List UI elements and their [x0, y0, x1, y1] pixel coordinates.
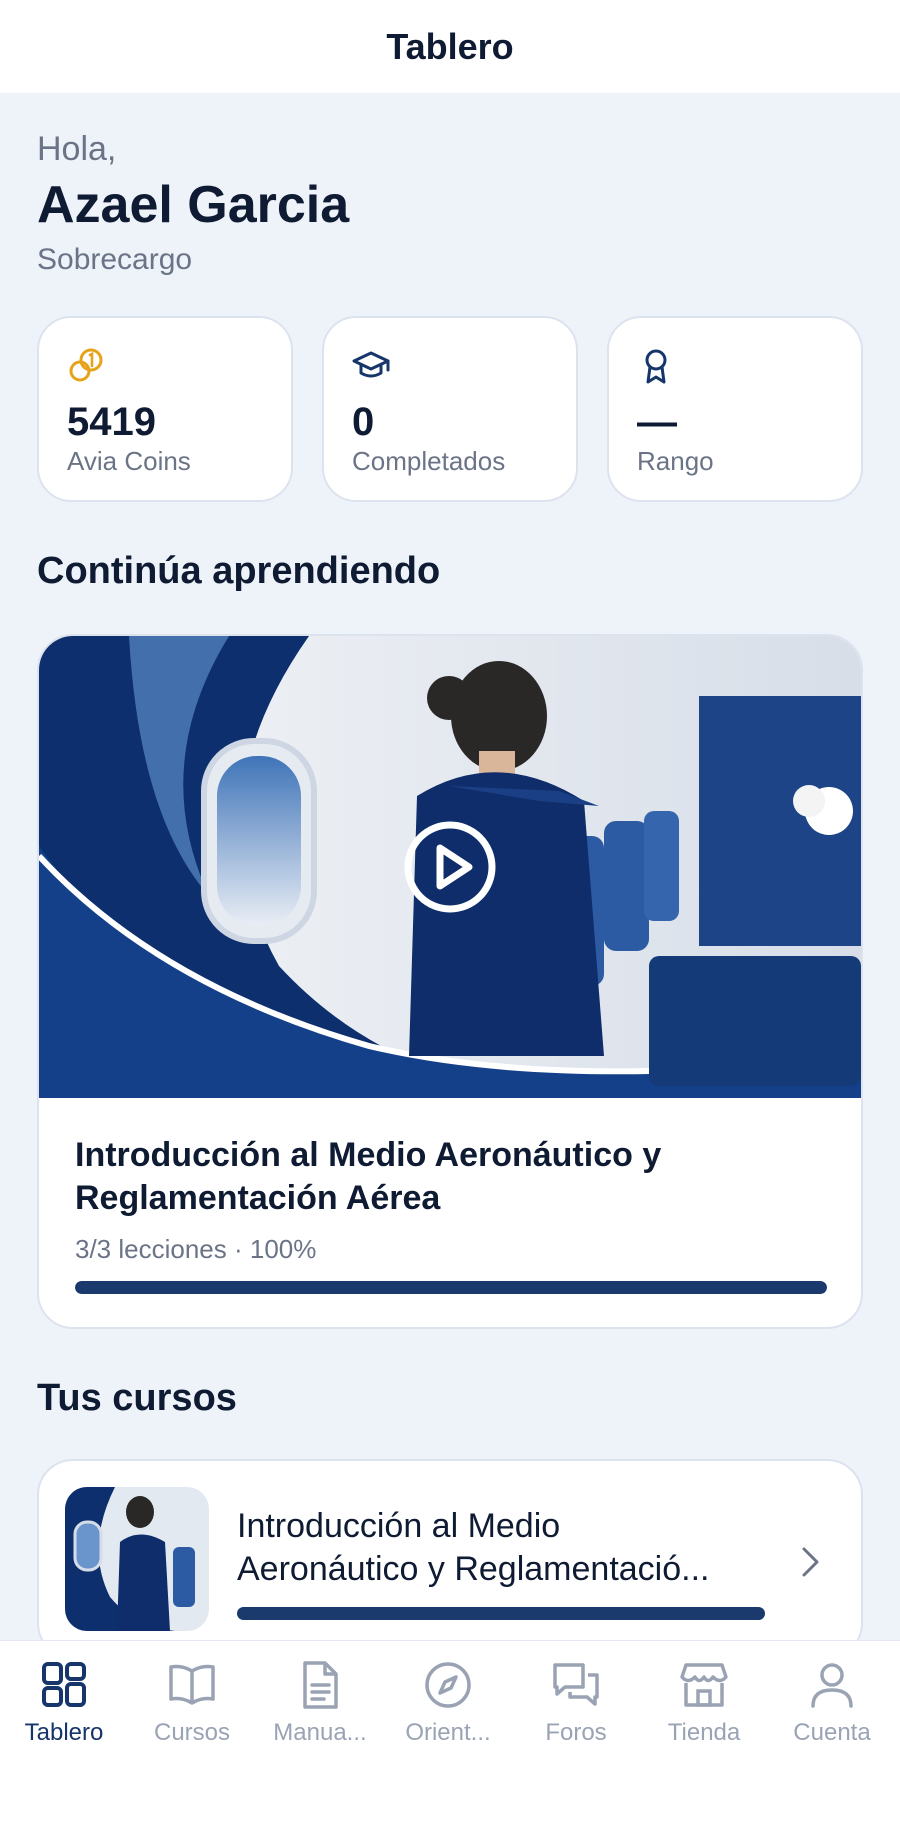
- progress-fill: [75, 1281, 827, 1294]
- document-icon: [303, 1661, 338, 1709]
- play-icon[interactable]: [403, 820, 497, 914]
- graduation-cap-icon: [352, 351, 390, 378]
- tab-manuales[interactable]: Manua...: [256, 1659, 384, 1747]
- top-bar: Tablero: [0, 0, 900, 93]
- course-progress-bar: [237, 1607, 765, 1620]
- continue-progress-bar: [75, 1281, 827, 1294]
- page-title: Tablero: [386, 25, 514, 67]
- user-name: Azael Garcia: [37, 176, 350, 234]
- tab-label: Manua...: [273, 1719, 367, 1746]
- award-icon: [645, 349, 667, 384]
- continue-course-title: Introducción al Medio Aeronáutico y Regl…: [75, 1136, 662, 1217]
- store-icon: [680, 1663, 728, 1707]
- stat-label: Avia Coins: [67, 446, 191, 476]
- course-title-line2: Aeronáutico y Reglamentació...: [237, 1550, 710, 1588]
- course-list-item[interactable]: Introducción al Medio Aeronáutico y Regl…: [37, 1459, 863, 1659]
- course-thumbnail: [65, 1487, 209, 1631]
- bottom-tab-bar: Tablero Cursos Manua... Orient... Foros: [0, 1640, 900, 1825]
- progress-fill: [237, 1607, 765, 1620]
- tab-label: Cursos: [153, 1719, 231, 1746]
- grid-icon: [42, 1662, 86, 1707]
- course-title: Introducción al Medio Aeronáutico y Regl…: [237, 1505, 777, 1591]
- chat-icon: [553, 1663, 599, 1706]
- stat-label: Rango: [637, 446, 714, 476]
- compass-icon: [425, 1662, 471, 1708]
- chevron-right-icon[interactable]: [799, 1545, 823, 1579]
- coins-icon: [69, 348, 103, 382]
- stat-value: 5419: [67, 400, 156, 444]
- user-role: Sobrecargo: [37, 243, 193, 276]
- tab-label: Cuenta: [793, 1719, 871, 1746]
- tab-orientacion[interactable]: Orient...: [384, 1659, 512, 1747]
- book-icon: [169, 1664, 215, 1705]
- tab-label: Tablero: [24, 1719, 104, 1746]
- tab-cursos[interactable]: Cursos: [128, 1659, 256, 1747]
- course-cover-image: [39, 636, 861, 1098]
- stat-value: —: [637, 400, 677, 444]
- continue-course-card[interactable]: Introducción al Medio Aeronáutico y Regl…: [37, 634, 863, 1329]
- stats-row: 5419 Avia Coins 0 Completados — Rango: [37, 316, 863, 502]
- tab-label: Tienda: [667, 1719, 741, 1746]
- stat-label: Completados: [352, 446, 506, 476]
- stat-value: 0: [352, 400, 375, 444]
- courses-section-title: Tus cursos: [37, 1377, 237, 1419]
- tab-tablero[interactable]: Tablero: [0, 1659, 128, 1747]
- greeting-text: Hola,: [37, 130, 117, 168]
- tab-cuenta[interactable]: Cuenta: [768, 1659, 896, 1747]
- stat-card-coins[interactable]: 5419 Avia Coins: [37, 316, 293, 502]
- tab-label: Orient...: [405, 1719, 491, 1746]
- continue-section-title: Continúa aprendiendo: [37, 550, 441, 592]
- continue-course-meta: 3/3 lecciones · 100%: [75, 1234, 317, 1264]
- stat-card-completed[interactable]: 0 Completados: [322, 316, 578, 502]
- stat-card-rank[interactable]: — Rango: [607, 316, 863, 502]
- tab-tienda[interactable]: Tienda: [640, 1659, 768, 1747]
- course-title-line1: Introducción al Medio: [237, 1507, 561, 1545]
- user-icon: [811, 1663, 853, 1708]
- tab-label: Foros: [545, 1719, 607, 1746]
- tab-foros[interactable]: Foros: [512, 1659, 640, 1747]
